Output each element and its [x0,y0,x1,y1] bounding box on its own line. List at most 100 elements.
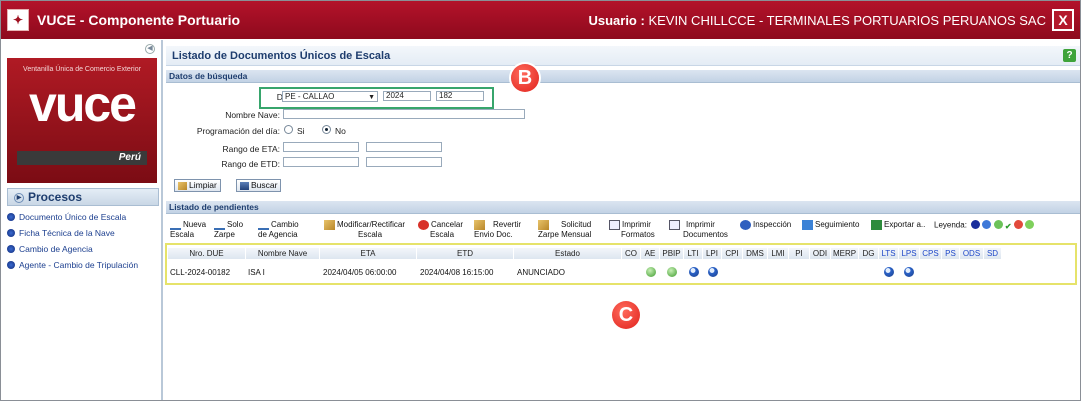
due-number-field[interactable]: 182 [436,91,484,101]
sidebar-item-label: Cambio de Agencia [19,243,93,254]
toolbar-sublabel: de Agencia [258,230,298,239]
clear-button[interactable]: Limpiar [174,179,221,192]
new-escala-button[interactable]: Nueva Escala [170,220,206,239]
modificar-escala-button[interactable]: Modificar/Rectificar Escala [324,220,405,239]
schedule-no-radio[interactable] [322,125,331,134]
toolbar-label: Solicitud [561,220,592,229]
legend-label: Leyenda: [934,220,967,230]
close-button[interactable]: X [1052,9,1074,31]
seguimiento-button[interactable]: Seguimiento [802,220,859,230]
legend: Leyenda: ✔ [934,220,1035,231]
excel-icon [871,220,882,230]
schedule-yes-radio[interactable] [284,125,293,134]
toolbar-sublabel: Escala [358,230,383,239]
solo-zarpe-button[interactable]: Solo Zarpe [214,220,243,239]
toolbar-label: Nueva [183,220,207,229]
anchor-icon [258,220,269,230]
bullet-icon [7,260,15,269]
marker-c: C [612,301,640,329]
clear-button-label: Limpiar [189,180,217,190]
legend-status-icons: ✔ [971,220,1035,231]
etd-range-label: Rango de ETD: [221,159,280,169]
app-logo-icon: ✦ [7,9,29,31]
schedule-label: Programación del día: [196,126,280,136]
revertir-envio-button[interactable]: Revertir Envio Doc. [474,220,521,239]
toolbar-label: Solo [227,220,244,229]
toolbar-label: Cancelar [431,220,464,229]
toolbar-sublabel: Zarpe [214,230,235,239]
imprimir-formatos-button[interactable]: Imprimir Formatos [609,220,655,239]
bullet-icon [7,228,15,237]
page-header: Listado de Documentos Únicos de Escala ? [166,46,1080,66]
toolbar-label: Exportar a.. [884,220,926,229]
anchor-icon [214,220,225,230]
pencil-icon [178,181,187,190]
due-port-select[interactable]: PE - CALLAO ▼ [282,91,378,102]
help-icon[interactable]: ? [1063,49,1076,62]
etd-from-field[interactable] [283,157,359,167]
pending-section-header: Listado de pendientes [166,201,1080,214]
legend-c-icon [971,220,981,229]
sidebar-item-label: Ficha Técnica de la Nave [19,227,115,238]
cancel-icon [418,220,429,230]
search-section-header: Datos de búsqueda [166,70,1080,83]
ship-name-label: Nombre Nave: [225,110,280,120]
legend-lightgreen-icon [1025,220,1035,229]
bullet-icon [7,212,15,221]
inspeccion-button[interactable]: Inspección [740,220,791,230]
legend-blue-icon [982,220,992,229]
sidebar-item-label: Documento Único de Escala [19,211,127,222]
expand-arrow-icon: ▶ [14,192,24,203]
eta-from-field[interactable] [283,142,359,152]
user-value: KEVIN CHILLCCE - TERMINALES PORTUARIOS P… [648,13,1046,28]
toolbar-label: Revertir [493,220,522,229]
toolbar-sublabel: Escala [170,230,195,239]
solicitud-zarpe-button[interactable]: Solicitud Zarpe Mensual [538,220,591,239]
due-year-field[interactable]: 2024 [383,91,431,101]
toolbar-label: Modificar/Rectificar [337,220,406,229]
main-panel: Listado de Documentos Únicos de Escala ?… [165,40,1080,400]
pencil-icon [474,220,485,230]
sidebar-item-cambio-tripulacion[interactable]: Agente - Cambio de Tripulación [7,258,163,271]
printer-icon [609,220,620,230]
legend-green-icon [993,220,1003,229]
pencil-icon [324,220,335,230]
schedule-yes-label: Si [297,126,305,136]
toolbar-sublabel: Formatos [621,230,655,239]
toolbar-sublabel: Zarpe Mensual [538,230,592,239]
binoculars-icon [240,181,249,190]
toolbar-label: Inspección [753,220,792,229]
sidebar-item-ficha-tecnica[interactable]: Ficha Técnica de la Nave [7,226,163,239]
inspector-icon [740,220,751,230]
toolbar-label: Cambio [271,220,299,229]
table-highlight-box [165,243,1077,285]
processes-title: Procesos [28,190,83,204]
processes-header[interactable]: ▶ Procesos [7,188,159,206]
user-label: Usuario : [588,13,645,28]
eta-range-label: Rango de ETA: [222,144,281,154]
ship-name-field[interactable] [283,109,525,119]
etd-to-field[interactable] [366,157,442,167]
marker-b: B [511,64,539,92]
page-title: Listado de Documentos Únicos de Escala [172,50,391,62]
sidebar-item-label: Agente - Cambio de Tripulación [19,259,139,270]
sidebar-item-due[interactable]: Documento Único de Escala [7,210,163,223]
sidebar-item-cambio-agencia[interactable]: Cambio de Agencia [7,242,163,255]
vuce-logo-wordmark: vuce [29,76,137,132]
search-button[interactable]: Buscar [236,179,282,192]
collapse-sidebar-icon[interactable]: ◀ [145,44,155,54]
cambio-agencia-button[interactable]: Cambio de Agencia [258,220,299,239]
toolbar-label: Imprimir [622,220,651,229]
exportar-button[interactable]: Exportar a.. [871,220,925,230]
bullet-icon [7,244,15,253]
app-window: ✦ VUCE - Componente Portuario Usuario : … [0,0,1081,401]
toolbar-sublabel: Documentos [683,230,728,239]
anchor-icon [170,220,181,230]
eta-to-field[interactable] [366,142,442,152]
cancelar-escala-button[interactable]: Cancelar Escala [418,220,463,239]
imprimir-documentos-button[interactable]: Imprimir Documentos [669,220,728,239]
tracking-icon [802,220,813,230]
legend-check-icon: ✔ [1004,222,1012,231]
chevron-down-icon: ▼ [368,94,375,101]
toolbar-sublabel: Escala [430,230,455,239]
